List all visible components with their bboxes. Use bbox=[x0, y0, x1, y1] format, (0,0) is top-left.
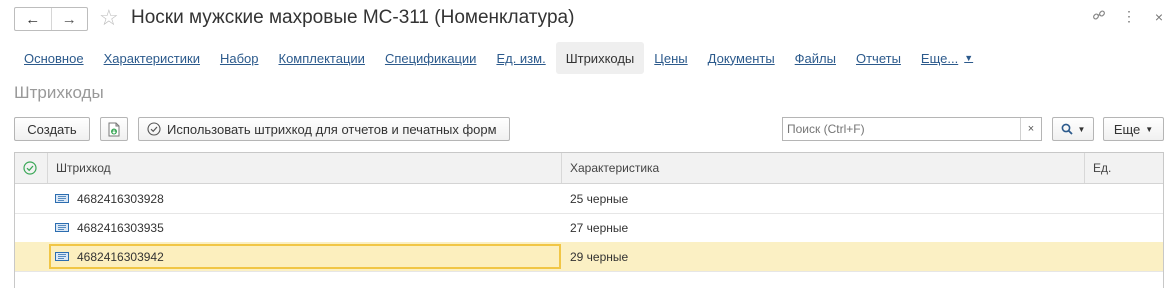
barcodes-table: Штрихкод Характеристика Ед. 468241630392… bbox=[14, 152, 1164, 288]
search-box: × bbox=[782, 117, 1042, 141]
barcode-value: 4682416303928 bbox=[77, 191, 164, 206]
tab-set[interactable]: Набор bbox=[210, 42, 269, 74]
search-input[interactable] bbox=[783, 118, 1021, 140]
tab-reports[interactable]: Отчеты bbox=[846, 42, 911, 74]
search-options-button[interactable]: ▼ bbox=[1052, 117, 1094, 141]
barcode-cell[interactable]: 4682416303935 bbox=[55, 213, 555, 242]
use-barcode-label: Использовать штрихкод для отчетов и печа… bbox=[167, 121, 497, 137]
create-button[interactable]: Создать bbox=[14, 117, 90, 141]
barcode-cell[interactable]: 4682416303942 bbox=[55, 242, 555, 271]
unit-cell[interactable] bbox=[1093, 242, 1161, 271]
tab-more[interactable]: Еще... ▼ bbox=[911, 42, 983, 74]
barcode-icon bbox=[55, 252, 69, 261]
tab-kits[interactable]: Комплектации bbox=[269, 42, 375, 74]
window-controls: ⋮ × bbox=[1092, 8, 1166, 25]
page-title: Носки мужские махровые МС-311 (Номенклат… bbox=[131, 7, 575, 28]
table-row[interactable]: 4682416303935 27 черные bbox=[15, 213, 1163, 243]
section-title: Штрихкоды bbox=[14, 83, 104, 102]
table-header: Штрихкод Характеристика Ед. bbox=[15, 153, 1163, 184]
tab-characteristics[interactable]: Характеристики bbox=[94, 42, 210, 74]
unit-cell[interactable] bbox=[1093, 213, 1161, 242]
table-row[interactable]: 4682416303928 25 черные bbox=[15, 184, 1163, 214]
column-header-unit[interactable]: Ед. bbox=[1085, 153, 1163, 183]
back-button[interactable]: ← bbox=[15, 8, 52, 30]
tab-units[interactable]: Ед. изм. bbox=[486, 42, 555, 74]
toolbar: Создать Использовать штрихкод для отчето… bbox=[14, 117, 1164, 143]
column-header-barcode[interactable]: Штрихкод bbox=[48, 153, 562, 183]
title-bar: ← → ☆ Носки мужские махровые МС-311 (Ном… bbox=[0, 0, 1176, 38]
tab-more-label: Еще... bbox=[920, 50, 959, 66]
tab-documents[interactable]: Документы bbox=[698, 42, 785, 74]
document-load-icon bbox=[108, 122, 120, 136]
favorite-star-icon[interactable]: ☆ bbox=[99, 6, 119, 30]
chevron-down-icon: ▼ bbox=[1145, 124, 1154, 134]
forward-button[interactable]: → bbox=[52, 8, 88, 30]
more-button-label: Еще bbox=[1113, 121, 1141, 137]
more-menu-icon[interactable]: ⋮ bbox=[1122, 8, 1136, 25]
characteristic-cell[interactable]: 25 черные bbox=[570, 184, 1080, 213]
load-button[interactable] bbox=[100, 117, 128, 141]
barcode-cell[interactable]: 4682416303928 bbox=[55, 184, 555, 213]
barcode-icon bbox=[55, 223, 69, 232]
characteristic-cell[interactable]: 29 черные bbox=[570, 242, 1080, 271]
unit-cell[interactable] bbox=[1093, 184, 1161, 213]
close-icon[interactable]: × bbox=[1152, 9, 1166, 25]
chevron-down-icon: ▼ bbox=[1077, 124, 1086, 134]
form-tabs: Основное Характеристики Набор Комплектац… bbox=[14, 42, 983, 74]
tab-specifications[interactable]: Спецификации bbox=[375, 42, 487, 74]
more-button[interactable]: Еще ▼ bbox=[1103, 117, 1164, 141]
check-circle-icon bbox=[147, 122, 161, 136]
link-icon[interactable] bbox=[1092, 8, 1106, 25]
barcode-value: 4682416303942 bbox=[77, 249, 164, 264]
barcode-icon bbox=[55, 194, 69, 203]
column-header-characteristic[interactable]: Характеристика bbox=[562, 153, 1085, 183]
nav-buttons: ← → bbox=[14, 7, 88, 31]
chevron-down-icon: ▼ bbox=[964, 53, 974, 63]
tab-barcodes[interactable]: Штрихкоды bbox=[555, 42, 645, 74]
check-circle-icon bbox=[23, 161, 37, 175]
tab-main[interactable]: Основное bbox=[14, 42, 94, 74]
table-row-selected[interactable]: 4682416303942 29 черные bbox=[15, 242, 1163, 272]
tab-prices[interactable]: Цены bbox=[644, 42, 697, 74]
check-column-header[interactable] bbox=[15, 153, 48, 183]
tab-files[interactable]: Файлы bbox=[785, 42, 846, 74]
characteristic-cell[interactable]: 27 черные bbox=[570, 213, 1080, 242]
use-barcode-for-reports-button[interactable]: Использовать штрихкод для отчетов и печа… bbox=[138, 117, 510, 141]
search-icon bbox=[1061, 123, 1073, 135]
barcode-value: 4682416303935 bbox=[77, 220, 164, 235]
clear-search-button[interactable]: × bbox=[1020, 118, 1041, 140]
